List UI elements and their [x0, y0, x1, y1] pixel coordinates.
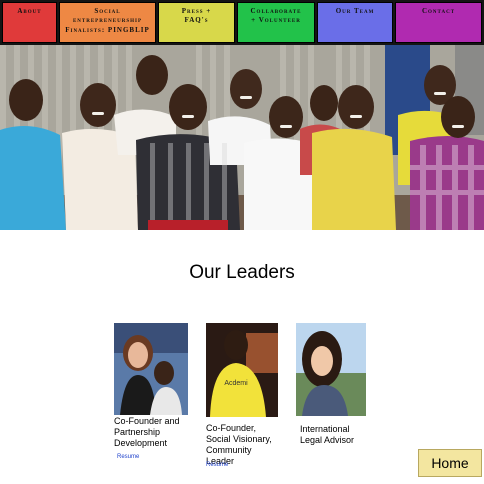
- nav-collaborate-volunteer[interactable]: Collaborate + Volunteer: [237, 2, 315, 43]
- leader-photo-1-illustration: [114, 323, 188, 415]
- nav-contact-label: Contact: [421, 7, 456, 15]
- leader-photo-3-illustration: [296, 323, 366, 416]
- home-button[interactable]: Home: [418, 449, 482, 477]
- nav-about[interactable]: About: [2, 2, 57, 43]
- nav-press-faqs[interactable]: Press + FAQ's: [158, 2, 235, 43]
- nav-social-entrepreneurship-label: Social entrepreneurship Finalists: PINGB…: [65, 7, 150, 34]
- nav-social-entrepreneurship[interactable]: Social entrepreneurship Finalists: PINGB…: [59, 2, 156, 43]
- resume-link-2[interactable]: Resume: [206, 462, 228, 468]
- svg-text:Acdemi: Acdemi: [224, 380, 248, 387]
- leader-role-3: International Legal Advisor: [300, 424, 355, 445]
- nav-press-faqs-label: Press + FAQ's: [181, 7, 212, 25]
- top-navigation: About Social entrepreneurship Finalists:…: [0, 0, 484, 45]
- leader-photo-1: [114, 323, 188, 415]
- resume-link-1[interactable]: Resume: [117, 454, 139, 460]
- leader-role-1: Co-Founder and Partnership Development: [114, 416, 180, 448]
- nav-our-team[interactable]: Our Team: [317, 2, 393, 43]
- nav-about-label: About: [17, 7, 42, 15]
- leader-photo-2: Acdemi: [206, 323, 278, 417]
- leader-photo-2-illustration: Acdemi: [206, 323, 278, 417]
- nav-contact[interactable]: Contact: [395, 2, 482, 43]
- nav-our-team-label: Our Team: [335, 7, 375, 15]
- leader-photo-3: [296, 323, 366, 416]
- nav-collaborate-volunteer-label: Collaborate + Volunteer: [250, 7, 302, 25]
- section-title: Our Leaders: [189, 262, 295, 283]
- leader-role-2: Co-Founder, Social Visionary, Community …: [206, 423, 272, 466]
- group-photo-illustration: [0, 45, 484, 230]
- group-photo: [0, 45, 484, 230]
